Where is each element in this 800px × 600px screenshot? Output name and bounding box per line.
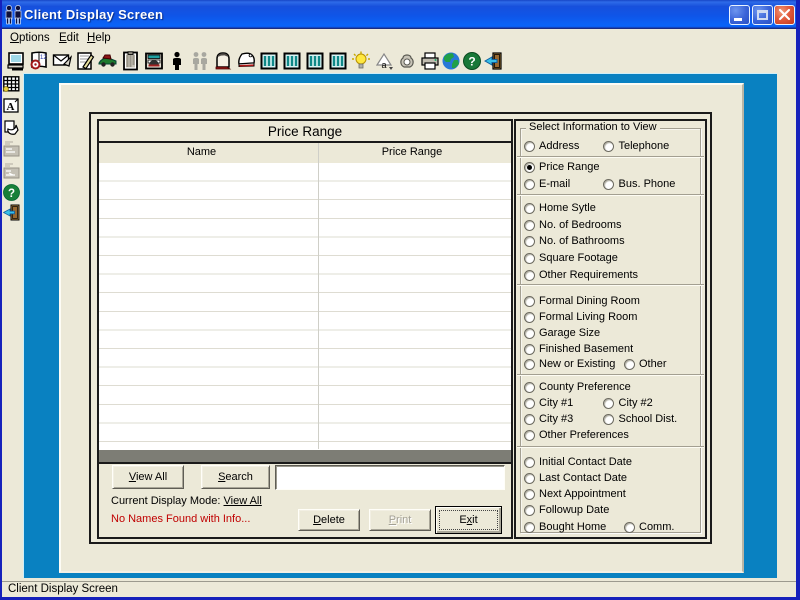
svg-text:A: A	[7, 101, 15, 113]
svg-text:12: 12	[40, 55, 47, 61]
svg-text:a: a	[381, 60, 386, 70]
svg-text:?: ?	[468, 55, 475, 69]
svg-text:?: ?	[8, 188, 15, 200]
